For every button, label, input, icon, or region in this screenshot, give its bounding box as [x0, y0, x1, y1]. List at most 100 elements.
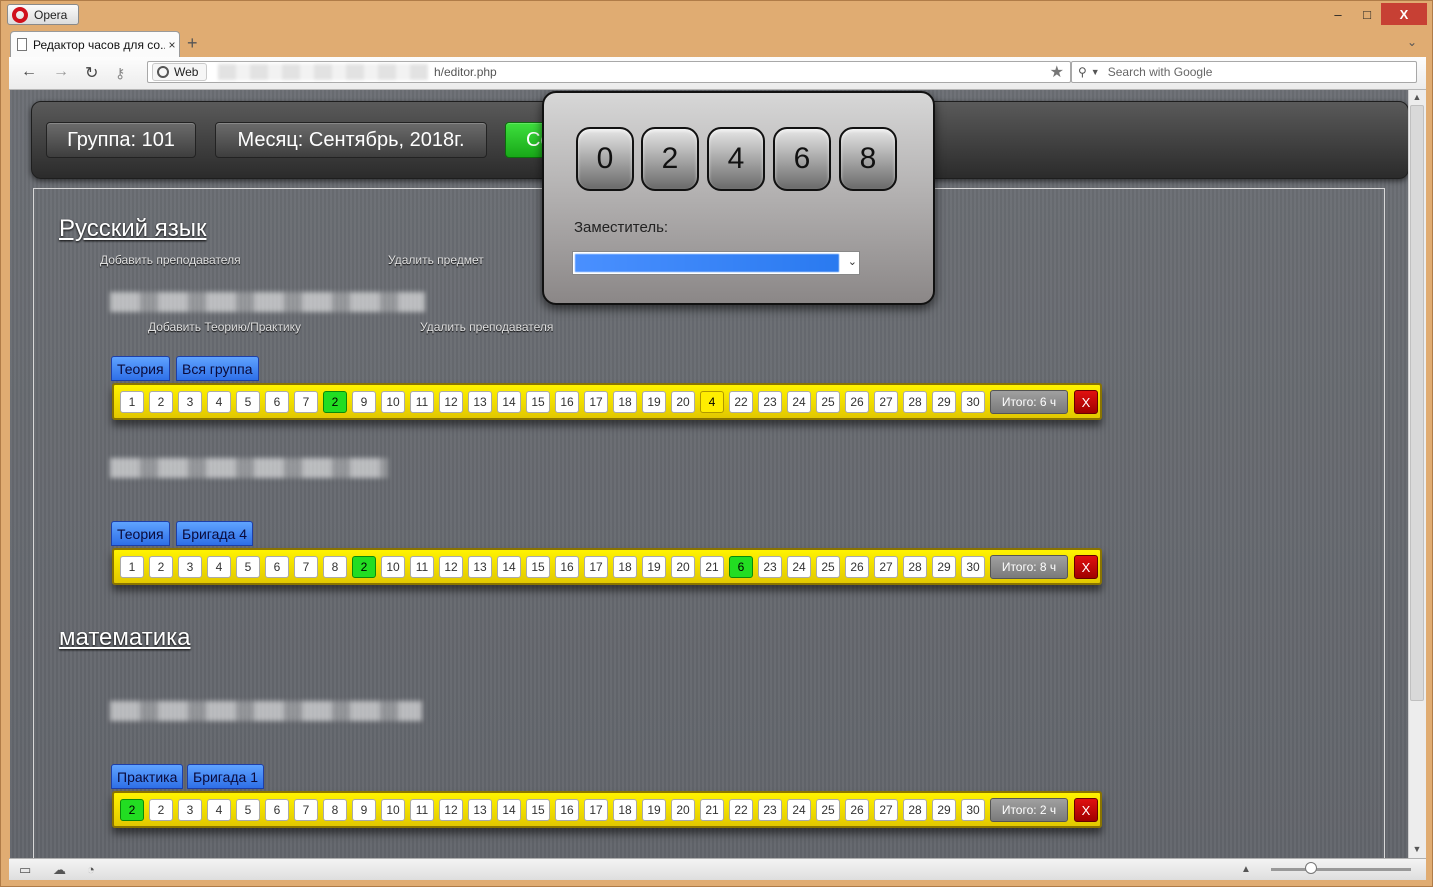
- day-cell[interactable]: 24: [787, 391, 811, 413]
- day-cell[interactable]: 30: [961, 391, 985, 413]
- day-cell[interactable]: 2: [149, 799, 173, 821]
- day-cell[interactable]: 3: [178, 556, 202, 578]
- day-cell[interactable]: 30: [961, 799, 985, 821]
- scroll-up-icon[interactable]: ▲: [1409, 92, 1425, 102]
- day-cell[interactable]: 28: [903, 799, 927, 821]
- day-cell[interactable]: 25: [816, 556, 840, 578]
- day-cell[interactable]: 14: [497, 556, 521, 578]
- day-cell[interactable]: 6: [265, 391, 289, 413]
- subject-title[interactable]: математика: [59, 624, 190, 652]
- delete-row-button[interactable]: X: [1074, 798, 1098, 822]
- day-cell[interactable]: 24: [787, 799, 811, 821]
- digit-button[interactable]: 6: [773, 127, 831, 191]
- maximize-button[interactable]: □: [1353, 3, 1381, 25]
- day-cell[interactable]: 23: [758, 391, 782, 413]
- day-cell[interactable]: 13: [468, 799, 492, 821]
- day-cell[interactable]: 3: [178, 799, 202, 821]
- day-cell[interactable]: 16: [555, 799, 579, 821]
- day-cell[interactable]: 29: [932, 391, 956, 413]
- day-cell[interactable]: 5: [236, 391, 260, 413]
- day-cell[interactable]: 23: [758, 556, 782, 578]
- day-cell[interactable]: 19: [642, 556, 666, 578]
- day-cell[interactable]: 10: [381, 556, 405, 578]
- back-arrow-icon[interactable]: ←: [21, 63, 37, 81]
- day-cell[interactable]: 11: [410, 391, 434, 413]
- day-cell[interactable]: 8: [323, 556, 347, 578]
- opera-menu-button[interactable]: Opera: [7, 4, 79, 25]
- address-bar[interactable]: Web h/editor.php ★: [147, 61, 1071, 83]
- day-cell[interactable]: 14: [497, 391, 521, 413]
- key-icon[interactable]: ⚷: [115, 65, 125, 82]
- cloud-icon[interactable]: ☁: [53, 862, 66, 878]
- delete-subject-link[interactable]: Удалить предмет: [388, 253, 484, 267]
- day-cell[interactable]: 17: [584, 391, 608, 413]
- minimize-button[interactable]: –: [1323, 3, 1353, 25]
- reload-icon[interactable]: ↻: [85, 63, 98, 83]
- delete-row-button[interactable]: X: [1074, 390, 1098, 414]
- day-cell[interactable]: 22: [729, 799, 753, 821]
- day-cell[interactable]: 11: [410, 799, 434, 821]
- day-cell[interactable]: 12: [439, 556, 463, 578]
- turbo-gauge-icon[interactable]: ◔: [87, 862, 95, 877]
- day-cell[interactable]: 16: [555, 391, 579, 413]
- day-cell[interactable]: 4: [207, 556, 231, 578]
- day-cell[interactable]: 19: [642, 799, 666, 821]
- lesson-type-chip[interactable]: Теория: [111, 521, 170, 546]
- add-theory-link[interactable]: Добавить Теорию/Практику: [148, 320, 301, 334]
- day-cell[interactable]: 30: [961, 556, 985, 578]
- day-cell[interactable]: 2: [149, 391, 173, 413]
- day-cell[interactable]: 3: [178, 391, 202, 413]
- day-cell[interactable]: 23: [758, 799, 782, 821]
- search-engine-dropdown-icon[interactable]: ▼: [1091, 67, 1100, 77]
- day-cell[interactable]: 4: [207, 391, 231, 413]
- day-cell[interactable]: 27: [874, 391, 898, 413]
- delete-row-button[interactable]: X: [1074, 555, 1098, 579]
- day-cell[interactable]: 4: [207, 799, 231, 821]
- group-button[interactable]: Группа: 101: [46, 122, 196, 158]
- day-cell[interactable]: 24: [787, 556, 811, 578]
- deputy-select[interactable]: ⌄: [572, 251, 860, 275]
- day-cell[interactable]: 12: [439, 799, 463, 821]
- digit-button[interactable]: 8: [839, 127, 897, 191]
- search-field[interactable]: ⚲ ▼ Search with Google: [1071, 61, 1417, 83]
- group-chip[interactable]: Вся группа: [176, 356, 259, 381]
- day-cell[interactable]: 17: [584, 556, 608, 578]
- day-cell[interactable]: 6: [729, 556, 753, 578]
- day-cell[interactable]: 7: [294, 391, 318, 413]
- day-cell[interactable]: 21: [700, 799, 724, 821]
- digit-button[interactable]: 4: [707, 127, 765, 191]
- day-cell[interactable]: 7: [294, 556, 318, 578]
- day-cell[interactable]: 6: [265, 799, 289, 821]
- day-cell[interactable]: 15: [526, 799, 550, 821]
- day-cell[interactable]: 13: [468, 391, 492, 413]
- day-cell[interactable]: 4: [700, 391, 724, 413]
- day-cell[interactable]: 18: [613, 391, 637, 413]
- day-cell[interactable]: 14: [497, 799, 521, 821]
- zoom-slider-knob[interactable]: [1305, 862, 1317, 874]
- tab-close-button[interactable]: ×: [165, 38, 179, 52]
- day-cell[interactable]: 22: [729, 391, 753, 413]
- day-cell[interactable]: 16: [555, 556, 579, 578]
- day-cell[interactable]: 18: [613, 556, 637, 578]
- day-cell[interactable]: 25: [816, 799, 840, 821]
- tab-editor[interactable]: Редактор часов для со... ×: [10, 31, 180, 57]
- day-cell[interactable]: 29: [932, 556, 956, 578]
- day-cell[interactable]: 27: [874, 799, 898, 821]
- day-cell[interactable]: 15: [526, 556, 550, 578]
- group-chip[interactable]: Бригада 1: [187, 764, 265, 789]
- day-cell[interactable]: 26: [845, 391, 869, 413]
- day-cell[interactable]: 18: [613, 799, 637, 821]
- day-cell[interactable]: 2: [120, 799, 144, 821]
- day-cell[interactable]: 10: [381, 391, 405, 413]
- day-cell[interactable]: 2: [323, 391, 347, 413]
- day-cell[interactable]: 12: [439, 391, 463, 413]
- forward-arrow-icon[interactable]: →: [53, 63, 69, 81]
- day-cell[interactable]: 6: [265, 556, 289, 578]
- day-cell[interactable]: 20: [671, 391, 695, 413]
- day-cell[interactable]: 20: [671, 556, 695, 578]
- day-cell[interactable]: 26: [845, 799, 869, 821]
- panel-toggle-icon[interactable]: ▭: [19, 862, 31, 878]
- day-cell[interactable]: 5: [236, 799, 260, 821]
- subject-title[interactable]: Русский язык: [59, 215, 206, 243]
- day-cell[interactable]: 20: [671, 799, 695, 821]
